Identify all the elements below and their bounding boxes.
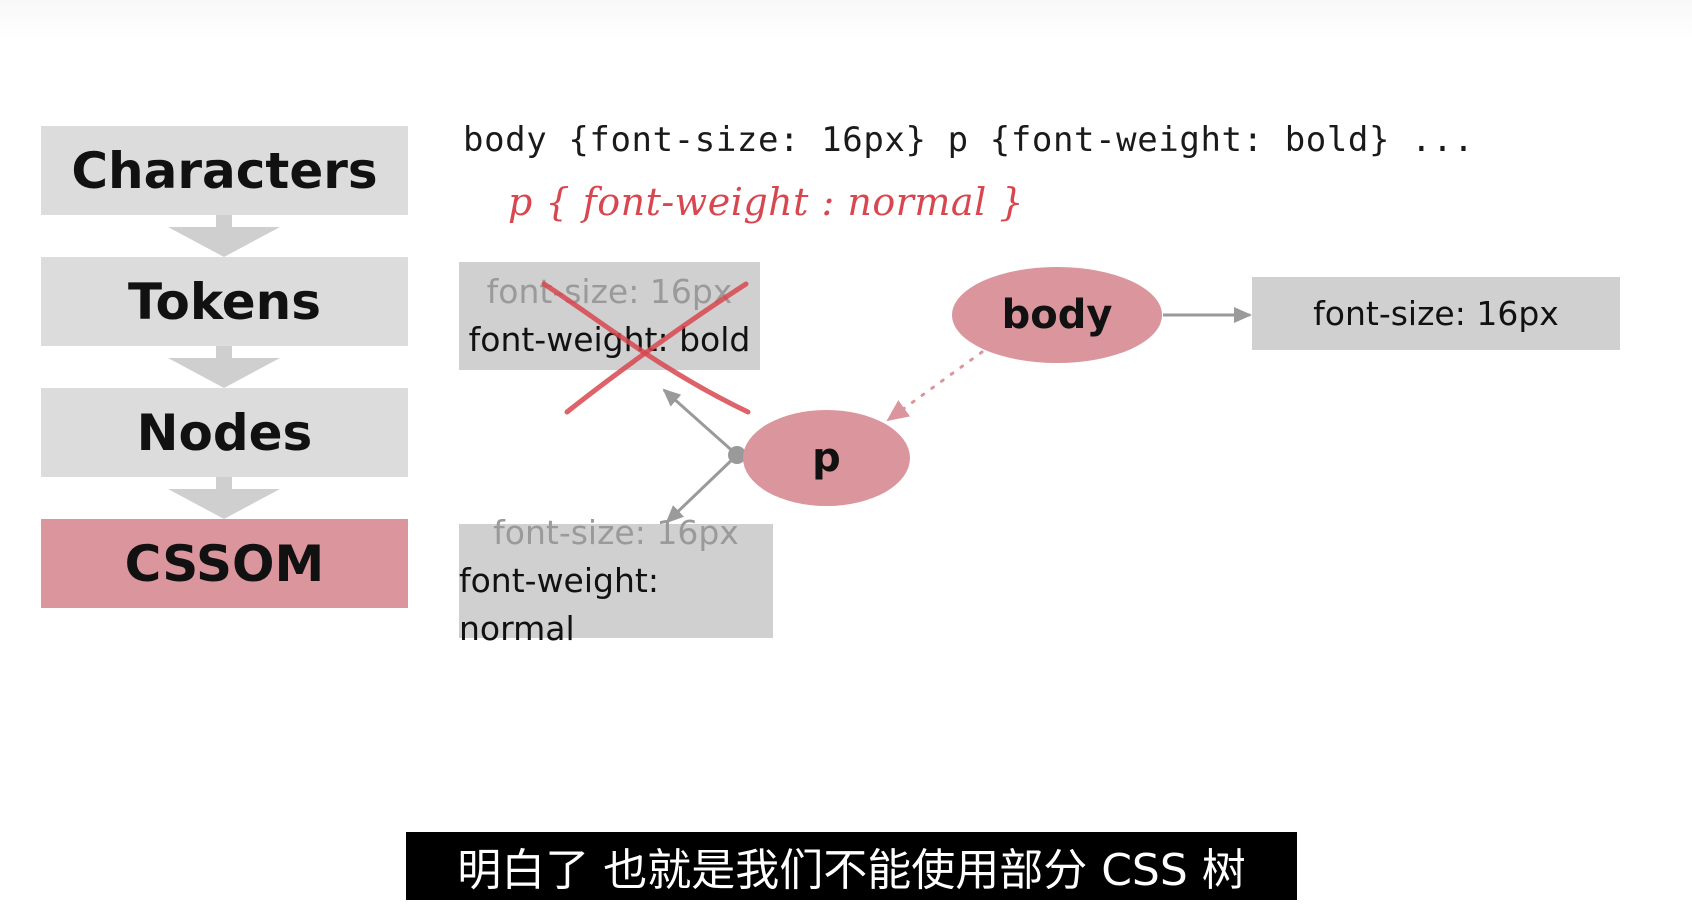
inherited-style: font-size: 16px (486, 272, 733, 311)
node-label: p (812, 435, 841, 481)
node-body: body (952, 267, 1162, 363)
body-style-box: font-size: 16px (1252, 277, 1620, 350)
video-subtitle: 明白了 也就是我们不能使用部分 CSS 树 (406, 832, 1297, 900)
p-style-box-new: font-size: 16px font-weight: normal (459, 513, 773, 648)
own-style: font-weight: bold (468, 320, 751, 359)
pipeline-step-cssom: CSSOM (41, 519, 408, 608)
pipeline-step-characters: Characters (41, 126, 408, 215)
node-p: p (743, 410, 910, 506)
own-style: font-weight: normal (459, 561, 659, 648)
p-to-old-style-arrow (662, 388, 738, 457)
inherited-style: font-size: 16px (493, 513, 739, 552)
pipeline-step-label: Characters (71, 141, 378, 200)
pipeline-step-label: Tokens (128, 272, 321, 331)
handwritten-annotation: p { font-weight : normal } (508, 180, 1024, 224)
pipeline-step-label: CSSOM (124, 534, 325, 593)
css-code-line: body {font-size: 16px} p {font-weight: b… (463, 120, 1475, 160)
p-style-box-old: font-size: 16px font-weight: bold (459, 262, 760, 370)
down-arrow-icon (168, 346, 280, 388)
node-label: body (1001, 292, 1113, 338)
pipeline-step-nodes: Nodes (41, 388, 408, 477)
pipeline-step-label: Nodes (136, 403, 313, 462)
down-arrow-icon (168, 477, 280, 519)
down-arrow-icon (168, 215, 280, 257)
pipeline-step-tokens: Tokens (41, 257, 408, 346)
body-style: font-size: 16px (1313, 293, 1559, 333)
body-to-p-dotted-arrow (886, 350, 984, 422)
top-fade-band (0, 0, 1692, 40)
